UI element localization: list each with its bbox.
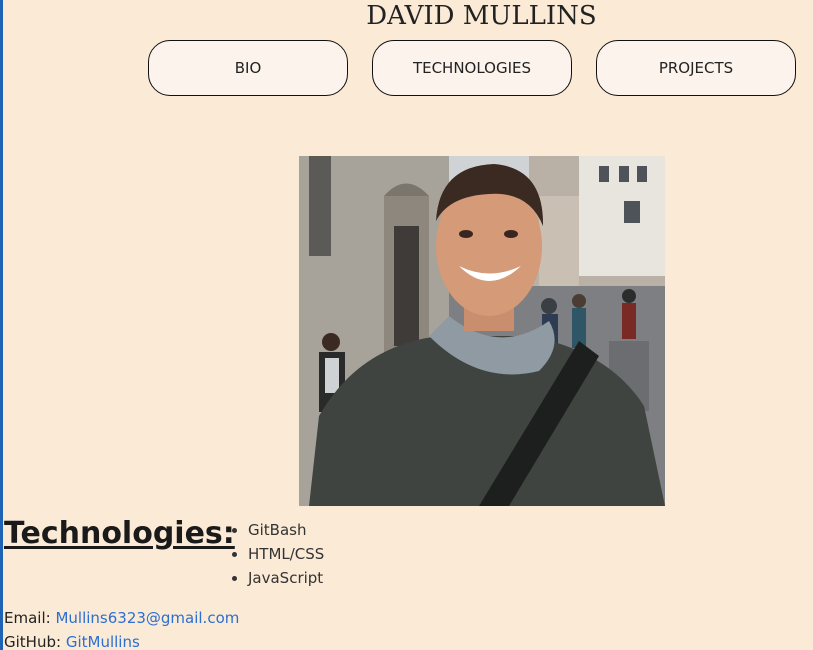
github-row: GitHub: GitMullins	[4, 630, 239, 650]
list-item: HTML/CSS	[248, 542, 324, 566]
contact-section: Email: Mullins6323@gmail.com GitHub: Git…	[4, 606, 239, 650]
github-link[interactable]: GitMullins	[66, 633, 140, 650]
nav-bio-button[interactable]: BIO	[148, 40, 348, 96]
email-label: Email:	[4, 609, 51, 627]
technologies-heading: Technologies:	[4, 516, 235, 551]
list-item: GitBash	[248, 518, 324, 542]
nav-technologies-button[interactable]: TECHNOLOGIES	[372, 40, 572, 96]
profile-photo-image	[299, 156, 665, 506]
profile-photo	[299, 156, 665, 506]
technologies-list: GitBash HTML/CSS JavaScript	[230, 518, 324, 590]
github-label: GitHub:	[4, 633, 62, 650]
site-title: DAVID MULLINS	[366, 1, 597, 31]
email-link[interactable]: Mullins6323@gmail.com	[55, 609, 239, 627]
window-left-edge	[0, 0, 3, 650]
list-item: JavaScript	[248, 566, 324, 590]
email-row: Email: Mullins6323@gmail.com	[4, 606, 239, 630]
main-nav: BIO TECHNOLOGIES PROJECTS	[148, 40, 796, 96]
nav-projects-button[interactable]: PROJECTS	[596, 40, 796, 96]
